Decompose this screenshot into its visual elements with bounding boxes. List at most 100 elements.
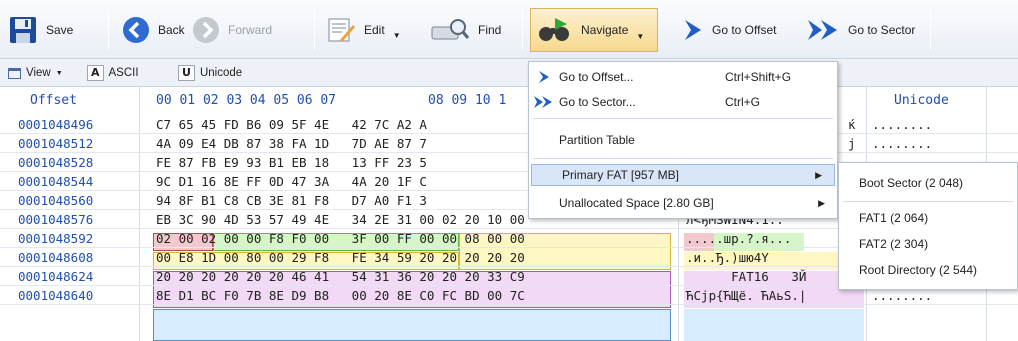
ascii-cell[interactable]: ЋСјр{ЋЩё. ЋАьЅ.| <box>686 286 806 305</box>
submenu-arrow-icon: ▶ <box>815 169 822 180</box>
ascii-label: ASCII <box>108 67 139 79</box>
view-label: View <box>26 67 51 79</box>
hex-cell[interactable]: FE 87 FB E9 93 B1 EB 18 13 FF 23 5 <box>156 153 427 172</box>
hex-cell[interactable]: 20 20 20 20 20 20 46 41 54 31 36 20 20 2… <box>156 267 525 286</box>
find-icon <box>431 19 470 40</box>
offset-column-header: Offset <box>30 93 77 108</box>
unicode-cell[interactable]: ........ <box>872 134 932 153</box>
toolbar-divider <box>930 10 931 50</box>
primary-fat-submenu: Boot Sector (2 048) FAT1 (2 064) FAT2 (2… <box>838 162 1018 290</box>
chevron-down-icon: ▼ <box>55 69 63 77</box>
row-divider <box>0 152 1018 153</box>
ascii-tail-cell[interactable]: j <box>848 134 856 153</box>
menu-divider <box>533 158 833 159</box>
menu-item-primary-fat[interactable]: Primary FAT [957 MB] ▶ <box>531 164 835 186</box>
ascii-cell[interactable]: FAT16 3Й <box>686 267 806 286</box>
save-label: Save <box>46 23 74 37</box>
back-label: Back <box>158 23 185 37</box>
ascii-boot-code-highlight <box>684 309 864 341</box>
offset-cell[interactable]: 0001048640 <box>18 286 93 305</box>
back-button[interactable]: Back <box>122 11 185 49</box>
offset-cell[interactable]: 0001048592 <box>18 229 93 248</box>
menu-divider <box>533 118 833 119</box>
chevron-right-icon <box>685 20 701 40</box>
go-to-sector-label: Go to Sector <box>848 23 916 37</box>
hex-cell[interactable]: C7 65 45 FD B6 09 5F 4E 42 7C A2 A <box>156 115 427 134</box>
toolbar-divider <box>522 10 523 50</box>
menu-item-partition-table[interactable]: Partition Table <box>529 129 837 151</box>
menu-divider <box>843 201 1013 202</box>
save-icon <box>10 17 36 43</box>
submenu-item-fat1[interactable]: FAT1 (2 064) <box>859 211 928 225</box>
menu-item-label: Unallocated Space [2.80 GB] <box>559 196 714 210</box>
menu-item-label: Primary FAT [957 MB] <box>562 168 679 182</box>
main-toolbar: Save Back Forward Edit ▼ Find Navigate ▼… <box>0 0 1018 59</box>
submenu-item-root-directory[interactable]: Root Directory (2 544) <box>859 263 977 277</box>
submenu-arrow-icon: ▶ <box>818 197 825 208</box>
hex-cell[interactable]: 02 00 02 00 00 F8 F0 00 3F 00 FF 00 00 0… <box>156 229 525 248</box>
view-dropdown[interactable]: View ▼ <box>8 64 63 82</box>
menu-item-label: Go to Sector... <box>559 95 636 109</box>
edit-icon <box>328 18 355 42</box>
hex-column-header-2: 08 09 10 1 <box>428 93 507 108</box>
edit-button[interactable]: Edit ▼ <box>326 11 401 49</box>
hex-cell[interactable]: 00 E8 1D 00 80 00 29 F8 FE 34 59 20 20 2… <box>156 248 525 267</box>
chevron-down-icon[interactable]: ▼ <box>636 32 644 41</box>
unicode-cell[interactable]: ........ <box>872 115 932 134</box>
menu-item-label: Go to Offset... <box>559 70 634 84</box>
offset-cell[interactable]: 0001048512 <box>18 134 93 153</box>
menu-item-shortcut: Ctrl+G <box>725 95 761 109</box>
boot-code-highlight <box>153 309 671 341</box>
find-button[interactable]: Find <box>430 11 501 49</box>
go-to-sector-button[interactable]: Go to Sector <box>806 11 915 49</box>
unicode-icon: U <box>178 65 195 81</box>
ascii-toggle[interactable]: A ASCII <box>87 64 139 82</box>
hex-editor-window: Save Back Forward Edit ▼ Find Navigate ▼… <box>0 0 1018 341</box>
menu-item-go-to-sector[interactable]: Go to Sector... Ctrl+G <box>529 91 837 113</box>
menu-item-go-to-offset[interactable]: Go to Offset... Ctrl+Shift+G <box>529 66 837 88</box>
column-divider <box>139 87 140 341</box>
hex-cell[interactable]: 4A 09 E4 DB 87 38 FA 1D 7D AE 87 7 <box>156 134 427 153</box>
view-bar: View ▼ A ASCII U Unicode <box>0 59 1018 87</box>
window-icon <box>8 67 21 79</box>
edit-label: Edit <box>364 23 385 37</box>
navigate-label: Navigate <box>581 23 629 37</box>
forward-label: Forward <box>228 23 273 37</box>
ascii-cell[interactable]: .....шр.?.я... <box>686 229 791 248</box>
offset-cell[interactable]: 0001048496 <box>18 115 93 134</box>
submenu-item-boot-sector[interactable]: Boot Sector (2 048) <box>859 176 963 190</box>
unicode-column-header: Unicode <box>894 93 949 108</box>
offset-cell[interactable]: 0001048576 <box>18 210 93 229</box>
navigate-button[interactable]: Navigate ▼ <box>530 8 658 52</box>
navigate-menu: Go to Offset... Ctrl+Shift+G Go to Secto… <box>528 61 838 219</box>
offset-cell[interactable]: 0001048624 <box>18 267 93 286</box>
forward-arrow-icon <box>193 17 219 43</box>
chevron-down-icon[interactable]: ▼ <box>393 31 401 40</box>
hex-cell[interactable]: 9C D1 16 8E FF 0D 47 3A 4A 20 1F C <box>156 172 427 191</box>
hex-cell[interactable]: 94 8F B1 C8 CB 3E 81 F8 D7 A0 F1 3 <box>156 191 427 210</box>
toolbar-divider <box>314 10 315 50</box>
unicode-label: Unicode <box>199 67 243 79</box>
ascii-tail-cell[interactable]: ќ <box>848 115 856 134</box>
toolbar-divider <box>108 10 109 50</box>
find-label: Find <box>478 23 502 37</box>
offset-cell[interactable]: 0001048544 <box>18 172 93 191</box>
unicode-toggle[interactable]: U Unicode <box>178 64 242 82</box>
offset-cell[interactable]: 0001048528 <box>18 153 93 172</box>
hex-cell[interactable]: 8E D1 BC F0 7B 8E D9 B8 00 20 8E C0 FC B… <box>156 286 525 305</box>
double-chevron-right-icon <box>534 96 552 108</box>
hex-column-header: 00 01 02 03 04 05 06 07 <box>156 93 337 108</box>
menu-item-unallocated-space[interactable]: Unallocated Space [2.80 GB] ▶ <box>529 192 837 214</box>
row-divider <box>0 133 1018 134</box>
submenu-item-fat2[interactable]: FAT2 (2 304) <box>859 237 928 251</box>
offset-cell[interactable]: 0001048560 <box>18 191 93 210</box>
ascii-cell[interactable]: .и..Ђ.)шю4Y <box>686 248 769 267</box>
navigate-icon <box>539 18 569 41</box>
save-button[interactable]: Save <box>8 11 73 49</box>
offset-cell[interactable]: 0001048608 <box>18 248 93 267</box>
go-to-offset-button[interactable]: Go to Offset <box>682 11 776 49</box>
menu-item-shortcut: Ctrl+Shift+G <box>725 70 792 84</box>
go-to-offset-label: Go to Offset <box>712 23 777 37</box>
hex-cell[interactable]: EB 3C 90 4D 53 57 49 4E 34 2E 31 00 02 2… <box>156 210 525 229</box>
forward-button[interactable]: Forward <box>192 11 272 49</box>
